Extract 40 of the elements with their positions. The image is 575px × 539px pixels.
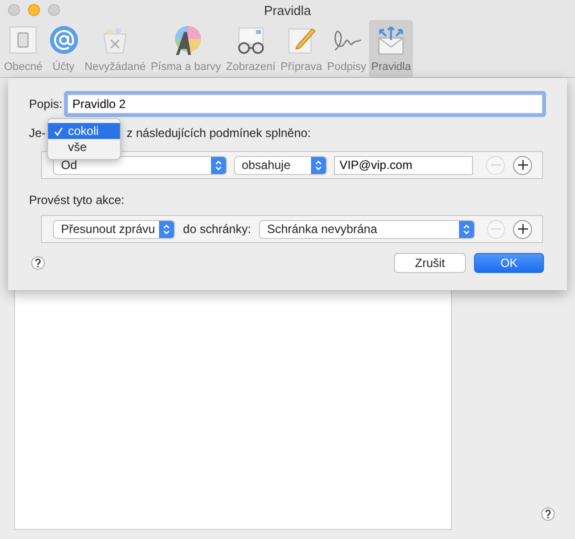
mailbox-label: do schránky: (183, 222, 252, 236)
add-button[interactable] (513, 220, 532, 238)
toolbar-tab[interactable]: Písma a barvy (148, 20, 223, 77)
action-popup[interactable]: Přesunout zprávu (53, 220, 176, 238)
add-button[interactable] (513, 156, 532, 174)
window-title: Pravidla (264, 2, 311, 18)
plus-icon (516, 159, 529, 171)
toolbar-tab[interactable]: Pravidla (369, 20, 413, 77)
help-button[interactable] (28, 253, 48, 273)
chevrons-icon (214, 160, 222, 170)
plus-icon (516, 223, 529, 235)
chevrons-icon (163, 224, 170, 234)
chevrons-icon (462, 224, 470, 234)
chevrons-icon (315, 160, 322, 170)
header-popup[interactable]: Od (53, 156, 227, 174)
conditions-label: z následujících podmínek splněno: (126, 126, 311, 140)
menu-item[interactable]: cokoli (48, 123, 120, 139)
minimize-button[interactable] (28, 4, 40, 16)
ok-button[interactable]: OK (474, 253, 544, 273)
menu-item[interactable]: vše (48, 139, 120, 155)
match-label: Je- (29, 126, 46, 140)
description-label: Popis: (29, 97, 62, 111)
close-button[interactable] (8, 4, 20, 16)
zoom-button[interactable] (48, 4, 60, 16)
operator-popup[interactable]: obsahuje (234, 156, 328, 174)
mailbox-popup[interactable]: Schránka nevybrána (259, 220, 475, 238)
toolbar-tab[interactable]: Podpisy (325, 20, 368, 77)
checkmark-icon (54, 126, 63, 136)
actions-label: Provést tyto akce: (29, 193, 126, 207)
toolbar-tab[interactable]: Obecné (2, 20, 45, 77)
cancel-button[interactable]: Zrušit (394, 253, 466, 273)
description-field[interactable]: Pravidlo 2 (67, 94, 543, 114)
toolbar-tab[interactable]: Účty (46, 20, 82, 77)
value-field[interactable]: VIP@vip.com (334, 156, 474, 174)
toolbar-tab[interactable]: Příprava (278, 20, 324, 77)
toolbar-tab[interactable]: Zobrazení (224, 20, 278, 77)
help-button[interactable] (538, 504, 558, 524)
at-sign-icon (48, 24, 80, 56)
toolbar-tab[interactable]: Nevyžádané (82, 20, 148, 77)
switch-icon (7, 24, 40, 56)
